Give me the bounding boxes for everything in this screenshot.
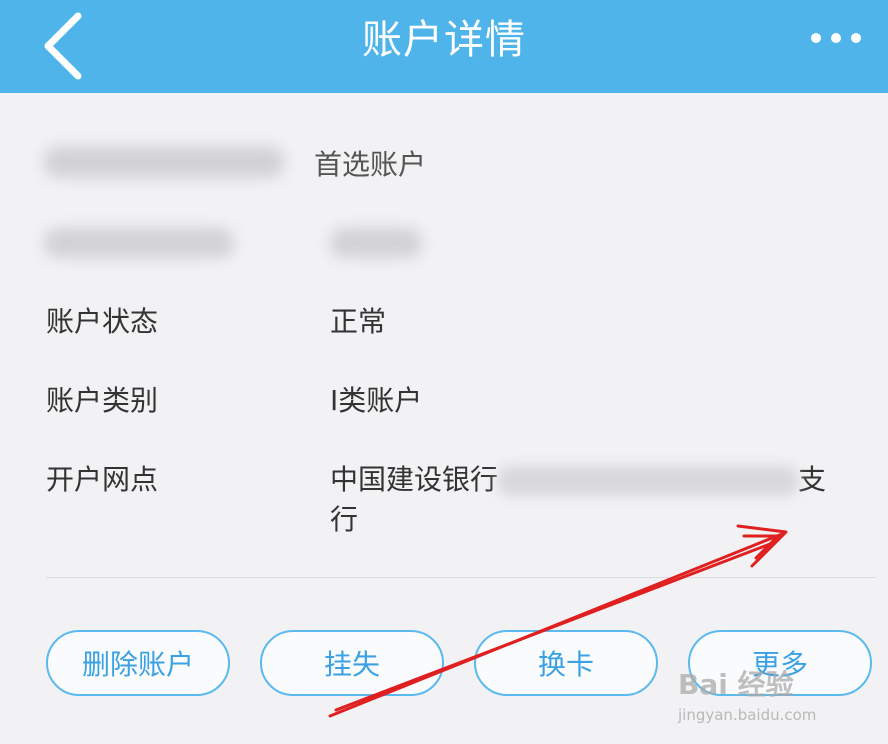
section-divider (46, 577, 876, 578)
preferred-account-tag: 首选账户 (314, 148, 427, 181)
account-type-value: I类账户 (330, 384, 423, 417)
branch-label: 开户网点 (46, 463, 159, 496)
branch-value-prefix: 中国建设银行 (330, 463, 499, 496)
branch-name-redacted (498, 466, 799, 496)
more-dots-icon (811, 33, 861, 43)
delete-account-button[interactable]: 删除账户 (46, 630, 230, 696)
branch-value-suffix: 支 (798, 463, 827, 496)
report-loss-button[interactable]: 挂失 (260, 630, 444, 696)
card-type-redacted (330, 228, 422, 258)
account-type-label: 账户类别 (46, 384, 159, 417)
branch-value: 中国建设银行 支 行 (330, 460, 860, 540)
page-title: 账户详情 (362, 17, 526, 63)
branch-value-line2: 行 (330, 503, 359, 536)
more-button[interactable]: 更多 (688, 630, 872, 696)
more-menu-button[interactable] (804, 24, 868, 54)
account-number-redacted (44, 146, 284, 178)
card-number-redacted (44, 228, 234, 258)
account-status-label: 账户状态 (46, 305, 159, 338)
account-status-value: 正常 (330, 305, 387, 338)
app-header: 账户详情 (0, 0, 888, 93)
replace-card-button[interactable]: 换卡 (474, 630, 658, 696)
